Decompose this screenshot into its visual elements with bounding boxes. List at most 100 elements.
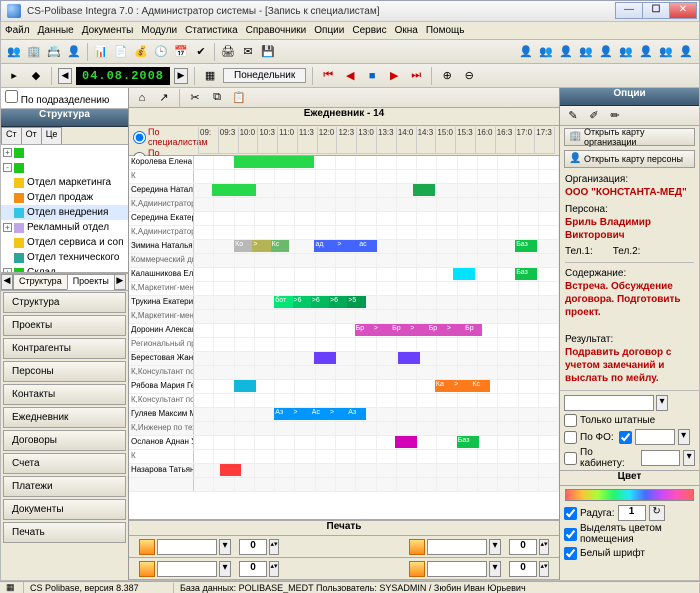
tool-clock-icon[interactable]: 🕒 <box>152 43 170 61</box>
fio-combo[interactable] <box>635 429 675 445</box>
zoom-out-icon[interactable]: ⊖ <box>460 67 478 85</box>
nav-now-icon[interactable]: ■ <box>363 67 381 85</box>
combo-dropdown-icon[interactable]: ▾ <box>683 450 695 466</box>
menu-Статистика[interactable]: Статистика <box>185 25 238 36</box>
row-cells[interactable]: Аз>Ас>Аз <box>194 408 559 421</box>
appointment[interactable]: Бр <box>428 324 446 336</box>
ctool-paste-icon[interactable]: 📋 <box>230 89 248 107</box>
nav-Структура[interactable]: Структура <box>3 292 126 313</box>
dept-tree[interactable]: +-Отдел маркетингаОтдел продажОтдел внед… <box>1 145 128 273</box>
row-cells[interactable]: Бр>Бр>Бр>Бр <box>194 324 559 337</box>
appointment[interactable]: >5 <box>347 296 365 308</box>
tool-calendar-icon[interactable]: 📅 <box>172 43 190 61</box>
tree-toggle-icon[interactable]: + <box>3 223 12 232</box>
appointment[interactable]: Аз <box>274 408 292 420</box>
tree-toggle-icon[interactable]: - <box>3 163 12 172</box>
appointment[interactable]: > <box>453 380 471 392</box>
row-cells[interactable] <box>194 212 559 225</box>
nav-Ежедневник[interactable]: Ежедневник <box>3 407 126 428</box>
nav-Печать[interactable]: Печать <box>3 522 126 543</box>
ctool-home-icon[interactable]: ⌂ <box>133 89 151 107</box>
appointment[interactable]: Баз <box>457 436 479 448</box>
menu-Документы[interactable]: Документы <box>82 25 134 36</box>
print-icon[interactable] <box>139 539 155 555</box>
flag-red-icon[interactable]: ▸ <box>5 67 23 85</box>
tool-user7-icon[interactable]: 👤 <box>637 43 655 61</box>
chk-fio-sub[interactable] <box>619 431 632 444</box>
row-cells[interactable] <box>194 156 559 169</box>
chk-white-font[interactable] <box>564 547 577 560</box>
grid-row[interactable]: Калашникова Елена НикБаз <box>129 268 559 282</box>
appointment[interactable]: >6 <box>329 296 347 308</box>
chk-staff-only[interactable] <box>564 414 577 427</box>
ctool-arrow-icon[interactable]: ↗ <box>155 89 173 107</box>
appointment[interactable]: Бр <box>355 324 373 336</box>
tool-user3-icon[interactable]: 👤 <box>557 43 575 61</box>
nav-Контакты[interactable]: Контакты <box>3 384 126 405</box>
tool-user8-icon[interactable]: 👥 <box>657 43 675 61</box>
tool-print-icon[interactable]: 🖨 <box>219 43 237 61</box>
nav-Документы[interactable]: Документы <box>3 499 126 520</box>
nav-Контрагенты[interactable]: Контрагенты <box>3 338 126 359</box>
appointment[interactable]: > <box>446 324 464 336</box>
tree-node[interactable]: Отдел технического <box>1 250 128 265</box>
tool-check-icon[interactable]: ✔ <box>192 43 210 61</box>
row-cells[interactable] <box>194 352 559 365</box>
menu-Модули[interactable]: Модули <box>141 25 177 36</box>
appointment[interactable]: > <box>252 240 270 252</box>
appointment[interactable]: Баз <box>515 240 537 252</box>
menu-Опции[interactable]: Опции <box>314 25 344 36</box>
close-button[interactable]: ✕ <box>669 2 697 19</box>
nav-first-icon[interactable]: ⏮ <box>319 67 337 85</box>
tool-persons-icon[interactable]: 👤 <box>65 43 83 61</box>
appointment[interactable] <box>212 184 256 196</box>
appointment[interactable]: Ас <box>311 408 329 420</box>
appointment[interactable] <box>220 464 242 476</box>
rtool-brush-icon[interactable]: ✏ <box>606 107 624 125</box>
print-combo-4[interactable] <box>427 561 487 577</box>
open-org-card-button[interactable]: 🏢Открыть карту организации <box>564 128 695 146</box>
appointment[interactable]: Баз <box>515 268 537 280</box>
tree-toggle-icon[interactable]: + <box>3 148 12 157</box>
appointment[interactable]: Аз <box>347 408 365 420</box>
grid-row[interactable]: Середина Екатерина Але <box>129 212 559 226</box>
tool-chart-icon[interactable]: 📊 <box>92 43 110 61</box>
print-spin-1[interactable]: 0 <box>239 539 267 555</box>
appointment[interactable]: >6 <box>311 296 329 308</box>
appointment[interactable]: > <box>409 324 427 336</box>
schedule-grid[interactable]: Королева Елена ВладиКСередина Наталья Ал… <box>129 156 559 520</box>
ctool-cut-icon[interactable]: ✂ <box>186 89 204 107</box>
rtool-pencil-icon[interactable]: ✎ <box>564 107 582 125</box>
grid-row[interactable]: Берестовая Жанна Вале <box>129 352 559 366</box>
appointment[interactable]: Бр <box>464 324 482 336</box>
tool-money-icon[interactable]: 💰 <box>132 43 150 61</box>
print-spin-3[interactable]: 0 <box>239 561 267 577</box>
combo-dropdown-icon[interactable]: ▾ <box>656 395 668 411</box>
combo-dropdown-icon[interactable]: ▾ <box>219 539 231 555</box>
grid-row[interactable]: Назарова Татьяна Алекс <box>129 464 559 478</box>
nav-Платежи[interactable]: Платежи <box>3 476 126 497</box>
cabinet-combo[interactable] <box>641 450 680 466</box>
chk-by-fio[interactable] <box>564 431 577 444</box>
row-cells[interactable] <box>194 184 559 197</box>
appointment[interactable]: ас <box>358 240 376 252</box>
combo-dropdown-icon[interactable]: ▾ <box>489 561 501 577</box>
grid-row[interactable]: Трукина Екатерина Виктбот>6>6>6>5 <box>129 296 559 310</box>
combo-dropdown-icon[interactable]: ▾ <box>489 539 501 555</box>
grid-row[interactable]: Зимина Наталья ГеннадКо>Ксад>асБаз <box>129 240 559 254</box>
tool-building-icon[interactable]: 🏢 <box>25 43 43 61</box>
appointment[interactable] <box>398 352 420 364</box>
zoom-in-icon[interactable]: ⊕ <box>438 67 456 85</box>
appointment[interactable] <box>314 352 336 364</box>
left-subtab-1[interactable]: От <box>21 127 42 144</box>
print-icon-3[interactable] <box>139 561 155 577</box>
row-cells[interactable]: Ко>Ксад>асБаз <box>194 240 559 253</box>
appointment[interactable]: > <box>293 408 311 420</box>
rainbow-apply-icon[interactable]: ↻ <box>649 505 665 521</box>
minimize-button[interactable]: — <box>615 2 643 19</box>
date-next-button[interactable]: ▶ <box>174 68 188 84</box>
tabs-scroll-right[interactable]: ▶ <box>114 274 126 290</box>
tool-user5-icon[interactable]: 👤 <box>597 43 615 61</box>
tabs-scroll-left[interactable]: ◀ <box>1 274 13 290</box>
tree-node[interactable]: +Рекламный отдел <box>1 220 128 235</box>
